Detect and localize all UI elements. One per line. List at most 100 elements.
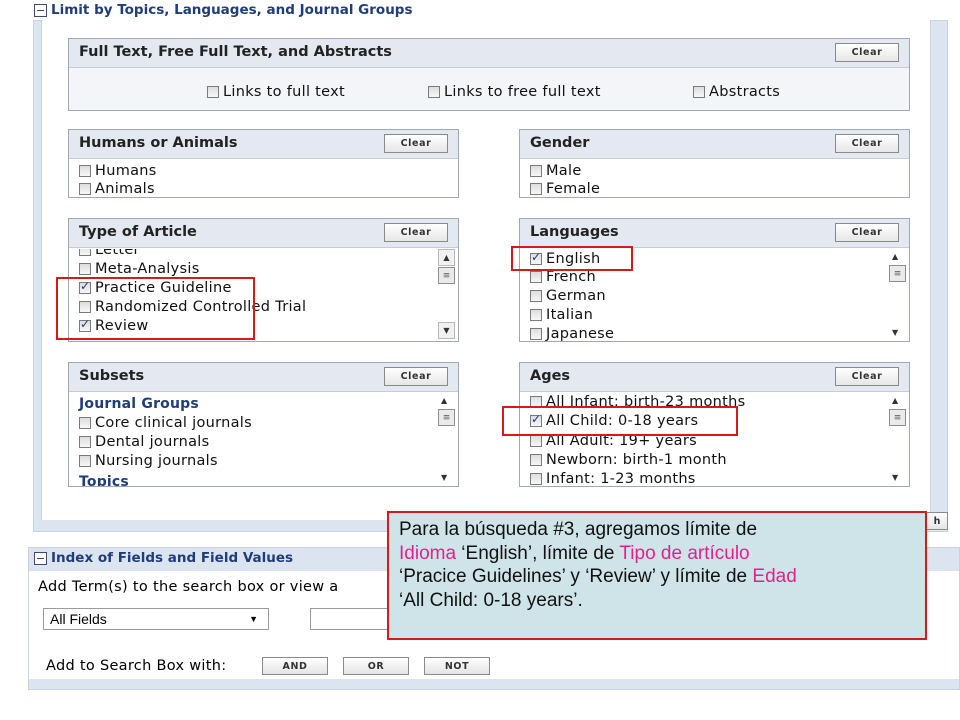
scroll-thumb[interactable]: ≡ — [889, 409, 906, 426]
checkbox[interactable] — [207, 86, 219, 98]
callout-text-2: ‘English’, límite de — [456, 542, 620, 564]
humans-option[interactable]: Humans — [79, 161, 157, 180]
checkbox[interactable] — [530, 270, 542, 283]
checkbox[interactable] — [530, 327, 542, 340]
checkbox[interactable] — [530, 308, 542, 321]
checkbox[interactable] — [79, 435, 91, 448]
article-type-scrollbar[interactable]: ▲ ≡ ▼ — [436, 249, 458, 341]
checkbox[interactable] — [79, 317, 91, 332]
scroll-down-icon[interactable]: ▼ — [441, 473, 447, 482]
scroll-up-icon[interactable]: ▲ — [892, 252, 898, 261]
french-option[interactable]: French — [530, 267, 596, 286]
collapse-icon[interactable] — [34, 551, 47, 565]
male-option[interactable]: Male — [530, 161, 582, 180]
gender-box: Gender Clear Male Female — [519, 129, 910, 198]
checkbox[interactable] — [79, 416, 91, 429]
humans-clear-button[interactable]: Clear — [384, 134, 448, 153]
scroll-thumb[interactable]: ≡ — [438, 267, 455, 284]
humans-animals-title: Humans or Animals — [79, 135, 238, 151]
practice-guideline-option[interactable]: Practice Guideline — [79, 278, 232, 297]
checkbox[interactable] — [79, 300, 91, 313]
scroll-up-icon[interactable]: ▲ — [441, 396, 447, 405]
scroll-thumb[interactable]: ≡ — [889, 265, 906, 282]
checkbox[interactable] — [428, 86, 440, 98]
and-button[interactable]: AND — [262, 657, 328, 675]
callout-edad: Edad — [752, 566, 797, 588]
index-section-title: Index of Fields and Field Values — [51, 550, 294, 566]
full-text-clear-button[interactable]: Clear — [835, 43, 899, 62]
checkbox[interactable] — [530, 250, 542, 265]
letter-option[interactable]: Letter — [79, 249, 140, 259]
not-button[interactable]: NOT — [424, 657, 490, 675]
checkbox[interactable] — [79, 279, 91, 294]
article-type-list[interactable]: Letter Meta-Analysis Practice Guideline … — [69, 249, 458, 341]
checkbox[interactable] — [79, 262, 91, 275]
checkbox[interactable] — [79, 164, 91, 177]
dental-option[interactable]: Dental journals — [79, 432, 209, 451]
review-option[interactable]: Review — [79, 316, 149, 335]
nursing-option[interactable]: Nursing journals — [79, 451, 218, 470]
scroll-down-icon[interactable]: ▼ — [892, 328, 898, 337]
scroll-down-icon[interactable]: ▼ — [892, 473, 898, 482]
checkbox[interactable] — [79, 182, 91, 195]
limit-section-title: Limit by Topics, Languages, and Journal … — [51, 2, 413, 18]
humans-animals-box: Humans or Animals Clear Humans Animals — [68, 129, 459, 198]
checkbox[interactable] — [530, 182, 542, 195]
checkbox[interactable] — [530, 412, 542, 427]
languages-scrollbar[interactable]: ▲ ≡ ▼ — [887, 249, 909, 341]
checkbox[interactable] — [530, 289, 542, 302]
scroll-up-icon[interactable]: ▲ — [438, 249, 455, 266]
languages-clear-button[interactable]: Clear — [835, 223, 899, 242]
subsets-title: Subsets — [79, 368, 145, 384]
all-adult-option[interactable]: All Adult: 19+ years — [530, 431, 697, 450]
field-value-input[interactable] — [310, 608, 390, 630]
subsets-clear-button[interactable]: Clear — [384, 367, 448, 386]
or-button[interactable]: OR — [343, 657, 409, 675]
meta-analysis-option[interactable]: Meta-Analysis — [79, 259, 200, 278]
checkbox[interactable] — [530, 434, 542, 447]
german-option[interactable]: German — [530, 286, 606, 305]
full-text-option[interactable]: Links to full text — [207, 83, 345, 101]
abstracts-option[interactable]: Abstracts — [693, 83, 780, 101]
core-clinical-option[interactable]: Core clinical journals — [79, 413, 252, 432]
languages-list[interactable]: English French German Italian Japanese — [520, 249, 909, 341]
animals-option[interactable]: Animals — [79, 179, 155, 198]
japanese-option[interactable]: Japanese — [530, 324, 614, 341]
index-section-header[interactable]: Index of Fields and Field Values — [34, 548, 293, 568]
subsets-list[interactable]: Journal Groups Core clinical journals De… — [69, 393, 458, 486]
field-select[interactable]: All Fields ▼ — [43, 608, 269, 630]
checkbox[interactable] — [79, 454, 91, 467]
checkbox[interactable] — [79, 249, 91, 256]
scroll-up-icon[interactable]: ▲ — [892, 396, 898, 405]
free-full-text-option[interactable]: Links to free full text — [428, 83, 601, 101]
all-child-option[interactable]: All Child: 0-18 years — [530, 411, 698, 430]
italian-option[interactable]: Italian — [530, 305, 593, 324]
ages-scrollbar[interactable]: ▲ ≡ ▼ — [887, 393, 909, 486]
english-option[interactable]: English — [530, 249, 600, 268]
all-infant-option[interactable]: All Infant: birth-23 months — [530, 393, 746, 411]
checkbox[interactable] — [530, 164, 542, 177]
rct-option[interactable]: Randomized Controlled Trial — [79, 297, 306, 316]
ages-title: Ages — [530, 368, 571, 384]
full-text-box: Full Text, Free Full Text, and Abstracts… — [68, 38, 910, 111]
scroll-down-icon[interactable]: ▼ — [438, 322, 455, 339]
subsets-scrollbar[interactable]: ▲ ≡ ▼ — [436, 393, 458, 486]
ages-list[interactable]: All Infant: birth-23 months All Child: 0… — [520, 393, 909, 486]
collapse-icon[interactable] — [34, 3, 47, 17]
checkbox[interactable] — [530, 453, 542, 466]
checkbox[interactable] — [693, 86, 705, 98]
ages-clear-button[interactable]: Clear — [835, 367, 899, 386]
checkbox[interactable] — [530, 472, 542, 485]
female-option[interactable]: Female — [530, 179, 600, 198]
newborn-option[interactable]: Newborn: birth-1 month — [530, 450, 727, 469]
callout-text-4: ‘All Child: 0-18 years’. — [399, 589, 583, 611]
journal-groups-heading: Journal Groups — [79, 396, 199, 412]
checkbox[interactable] — [530, 395, 542, 408]
limit-section-header[interactable]: Limit by Topics, Languages, and Journal … — [34, 0, 413, 20]
gender-clear-button[interactable]: Clear — [835, 134, 899, 153]
article-type-title: Type of Article — [79, 224, 197, 240]
callout-text-1: Para la búsqueda #3, agregamos límite de — [399, 519, 758, 540]
infant-option[interactable]: Infant: 1-23 months — [530, 469, 696, 486]
article-type-clear-button[interactable]: Clear — [384, 223, 448, 242]
scroll-thumb[interactable]: ≡ — [438, 409, 455, 426]
